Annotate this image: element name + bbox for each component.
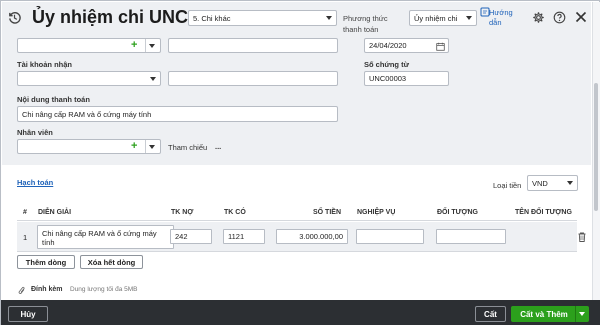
voucher-no-label: Số chứng từ xyxy=(364,60,410,69)
object-code-combobox[interactable]: + xyxy=(17,38,161,53)
object-dropdown-toggle[interactable] xyxy=(145,39,158,52)
row-object-name-input[interactable] xyxy=(514,229,566,244)
save-and-add-label: Cất và Thêm xyxy=(520,309,568,319)
table-row[interactable]: 1 Chi nâng cấp RAM và ổ cứng máy tính 24… xyxy=(17,222,577,252)
row-amount-value: 3.000.000,00 xyxy=(299,232,343,241)
reference-more-button[interactable]: ... xyxy=(215,142,221,151)
col-header-description: DIỄN GIẢI xyxy=(38,209,72,216)
payment-method-value: Ủy nhiệm chi xyxy=(414,13,458,23)
chevron-down-icon xyxy=(326,16,332,20)
vertical-scrollbar-thumb[interactable] xyxy=(594,83,598,211)
col-header-amount: SỐ TIỀN xyxy=(313,209,342,216)
content-label: Nội dung thanh toán xyxy=(17,95,90,104)
page-title: Ủy nhiệm chi UNC... xyxy=(32,7,204,27)
table-header xyxy=(17,201,577,221)
help-link[interactable]: Hướng dẫn xyxy=(489,8,515,28)
posting-date-value: 24/04/2020 xyxy=(369,41,407,50)
paperclip-icon[interactable] xyxy=(17,285,26,296)
attachment-label[interactable]: Đính kèm xyxy=(31,286,63,293)
col-header-no: # xyxy=(23,209,27,216)
settings-gear-icon[interactable] xyxy=(531,10,545,24)
delete-all-rows-button[interactable]: Xóa hết dòng xyxy=(80,255,143,269)
currency-label: Loại tiền xyxy=(493,181,522,190)
reason-select-value: 5. Chi khác xyxy=(193,13,231,23)
employee-label: Nhân viên xyxy=(17,128,53,137)
add-row-button[interactable]: Thêm dòng xyxy=(17,255,75,269)
reason-select[interactable]: 5. Chi khác xyxy=(188,10,337,26)
chevron-down-icon xyxy=(150,77,156,81)
reference-label: Tham chiếu xyxy=(168,143,208,152)
chevron-down-icon xyxy=(567,181,573,185)
col-header-object: ĐỐI TƯỢNG xyxy=(437,209,478,216)
row-description-input[interactable]: Chi nâng cấp RAM và ổ cứng máy tính xyxy=(37,225,174,249)
currency-value: VND xyxy=(532,178,548,188)
row-debit-account-input[interactable]: 242 xyxy=(170,229,212,244)
object-name-input[interactable] xyxy=(168,38,338,53)
receiving-account-select[interactable] xyxy=(17,71,161,86)
voucher-no-input[interactable]: UNC00003 xyxy=(364,71,449,86)
row-amount-input[interactable]: 3.000.000,00 xyxy=(276,229,348,244)
attachment-hint: Dung lượng tối đa 5MB xyxy=(70,286,138,293)
row-object-input[interactable] xyxy=(436,229,506,244)
calendar-icon[interactable] xyxy=(435,41,445,51)
payment-order-dialog: Ủy nhiệm chi UNC... 5. Chi khác Phương t… xyxy=(0,0,600,325)
chevron-down-icon xyxy=(149,145,155,149)
add-object-plus-icon[interactable]: + xyxy=(131,39,137,52)
row-credit-account-value: 1121 xyxy=(228,232,245,241)
posting-date-input[interactable]: 24/04/2020 xyxy=(364,38,449,53)
cancel-button[interactable]: Hủy xyxy=(8,306,48,322)
col-header-object-name: TÊN ĐỐI TƯỢNG xyxy=(515,209,572,216)
receiving-account-label: Tài khoản nhận xyxy=(17,60,73,69)
row-business-input[interactable] xyxy=(356,229,424,244)
chevron-down-icon xyxy=(149,44,155,48)
chevron-down-icon xyxy=(579,312,585,316)
help-question-icon[interactable] xyxy=(552,10,566,24)
content-value: Chi nâng cấp RAM và ổ cứng máy tính xyxy=(22,109,152,119)
col-header-credit-account: TK CÓ xyxy=(224,209,246,216)
close-icon[interactable] xyxy=(574,10,588,24)
col-header-debit-account: TK NỢ xyxy=(171,209,194,216)
payment-method-select[interactable]: Ủy nhiệm chi xyxy=(409,10,477,26)
row-description-value: Chi nâng cấp RAM và ổ cứng máy tính xyxy=(42,229,157,247)
save-button[interactable]: Cất xyxy=(475,306,506,322)
currency-select[interactable]: VND xyxy=(527,175,578,191)
employee-dropdown-toggle[interactable] xyxy=(145,140,158,153)
voucher-no-value: UNC00003 xyxy=(369,74,407,83)
payment-method-label: Phương thức thanh toán xyxy=(343,14,388,34)
row-debit-account-value: 242 xyxy=(175,232,188,241)
tab-accounting[interactable]: Hạch toán xyxy=(17,178,53,187)
history-icon[interactable] xyxy=(5,8,23,26)
employee-combobox[interactable]: + xyxy=(17,139,161,154)
row-credit-account-input[interactable]: 1121 xyxy=(223,229,265,244)
col-header-business: NGHIỆP VỤ xyxy=(357,209,396,216)
trash-icon[interactable] xyxy=(577,231,587,242)
save-options-dropdown[interactable] xyxy=(575,306,589,322)
add-employee-plus-icon[interactable]: + xyxy=(131,140,137,153)
row-number: 1 xyxy=(23,233,28,242)
content-input[interactable]: Chi nâng cấp RAM và ổ cứng máy tính xyxy=(17,106,338,122)
receiving-account-name-input[interactable] xyxy=(168,71,338,86)
chevron-down-icon xyxy=(466,16,472,20)
